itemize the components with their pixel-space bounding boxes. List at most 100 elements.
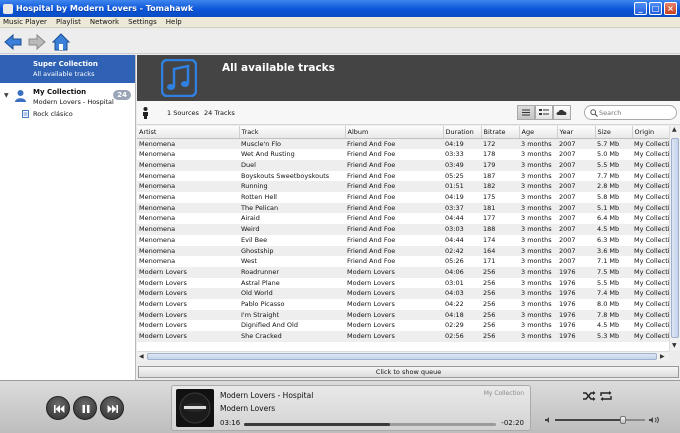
column-header-artist[interactable]: Artist (137, 126, 240, 139)
list-view-button[interactable] (517, 105, 535, 120)
table-cell: 5.1 Mb (595, 202, 632, 214)
table-row[interactable]: Menomena Muscle'n Flo Friend And Foe 04:19 1… (137, 138, 669, 150)
search-box[interactable] (584, 105, 677, 120)
nav-toolbar (0, 29, 680, 54)
table-row[interactable]: Menomena Duel Friend And Foe 03:49 179 3 mont… (137, 159, 669, 171)
table-cell: 02:56 (443, 331, 481, 342)
table-header-row: Artist Track Album Duration Bitrate Age Year Si… (137, 126, 669, 139)
table-row[interactable]: Menomena Weird Friend And Foe 03:03 188 3 mon… (137, 224, 669, 235)
previous-button[interactable] (46, 396, 70, 420)
scroll-thumb[interactable] (671, 138, 679, 338)
table-cell: 7.8 Mb (595, 309, 632, 321)
table-cell: 2007 (559, 257, 576, 266)
table-cell: Pablo Picasso (241, 300, 285, 309)
volume-slider-handle[interactable] (619, 416, 626, 424)
seek-bar[interactable] (244, 423, 496, 426)
table-cell: 256 (483, 278, 496, 287)
column-header-album[interactable]: Album (345, 126, 444, 139)
column-header-size[interactable]: Size (595, 126, 633, 139)
table-row[interactable]: Modern Lovers Old World Modern Lovers 04:03… (137, 288, 669, 300)
table-cell: 4.5 Mb (597, 321, 620, 330)
table-row[interactable]: Menomena Wet And Rusting Friend And Foe 03:… (137, 149, 669, 160)
list-view-icon (522, 109, 530, 116)
shuffle-icon[interactable] (582, 390, 596, 402)
back-button[interactable] (3, 32, 23, 52)
table-cell: 177 (483, 214, 496, 223)
menu-playlist[interactable]: Playlist (56, 18, 81, 26)
forward-button[interactable] (27, 32, 47, 52)
next-icon (107, 405, 118, 413)
table-cell: 04:19 (445, 193, 464, 202)
detail-view-button[interactable] (535, 105, 553, 120)
maximize-button[interactable]: □ (649, 2, 662, 15)
cloud-view-button[interactable] (553, 105, 571, 120)
home-button[interactable] (51, 32, 71, 52)
table-row[interactable]: Menomena West Friend And Foe 05:26 171 3 mont… (137, 256, 669, 267)
table-row[interactable]: Modern Lovers She Cracked Modern Lovers 02:… (137, 331, 669, 342)
menu-network[interactable]: Network (90, 18, 119, 26)
table-row[interactable]: Menomena The Pelican Friend And Foe 03:37 18… (137, 202, 669, 214)
column-header-bitrate[interactable]: Bitrate (481, 126, 520, 139)
table-row[interactable]: Modern Lovers Astral Plane Modern Lovers 03… (137, 278, 669, 289)
column-header-origin[interactable]: Origin (632, 126, 669, 139)
table-row[interactable]: Menomena Rotten Hell Friend And Foe 04:19 17… (137, 192, 669, 203)
table-row[interactable]: Menomena Running Friend And Foe 01:51 182 3 m… (137, 181, 669, 193)
table-cell: Ghostship (239, 245, 345, 257)
sidebar-item-my-collection[interactable]: ▼ My Collection Modern Lovers - Hospital… (0, 83, 135, 107)
table-row[interactable]: Modern Lovers I'm Straight Modern Lovers 04… (137, 309, 669, 321)
table-row[interactable]: Modern Lovers Dignified And Old Modern Lov… (137, 320, 669, 331)
table-cell: Friend And Foe (347, 235, 396, 244)
horizontal-scrollbar[interactable]: ◀ ▶ (137, 351, 669, 361)
menu-settings[interactable]: Settings (128, 18, 157, 26)
table-cell: 256 (483, 300, 496, 309)
table-cell: My Collection (634, 193, 669, 202)
vertical-scrollbar[interactable]: ▲ ▼ (669, 126, 680, 351)
collapse-caret-icon[interactable]: ▼ (4, 92, 9, 99)
repeat-icon[interactable] (599, 390, 613, 402)
table-cell: Modern Lovers (345, 331, 443, 342)
sidebar-item-super-collection[interactable]: Super Collection All available tracks (0, 55, 135, 83)
table-cell: 178 (483, 150, 496, 159)
next-button[interactable] (100, 396, 124, 420)
table-row[interactable]: Menomena Evil Bee Friend And Foe 04:44 174 3 … (137, 235, 669, 246)
table-cell: 05:26 (445, 257, 464, 266)
show-queue-button[interactable]: Click to show queue (138, 366, 679, 378)
table-row[interactable]: Menomena Airaid Friend And Foe 04:44 177 3 mo… (137, 213, 669, 224)
table-cell: My Collection (634, 257, 669, 266)
table-cell: 04:06 (443, 266, 481, 278)
table-row[interactable]: Modern Lovers Pablo Picasso Modern Lovers 0… (137, 299, 669, 310)
column-header-year[interactable]: Year (557, 126, 596, 139)
table-cell: Modern Lovers (137, 266, 239, 278)
column-header-duration[interactable]: Duration (443, 126, 482, 139)
table-row[interactable]: Menomena Boyskouts Sweetboyskouts Friend A… (137, 171, 669, 182)
scroll-right-icon[interactable]: ▶ (660, 353, 665, 360)
table-cell: Friend And Foe (347, 257, 396, 266)
table-cell: Modern Lovers (137, 288, 239, 300)
pause-button[interactable] (73, 396, 97, 420)
table-cell: West (241, 257, 257, 266)
table-cell: I'm Straight (239, 309, 345, 321)
column-header-age[interactable]: Age (519, 126, 558, 139)
table-cell: 1976 (559, 321, 576, 330)
table-row[interactable]: Modern Lovers Roadrunner Modern Lovers 04:0… (137, 266, 669, 278)
scroll-down-icon[interactable]: ▼ (672, 342, 677, 349)
scroll-up-icon[interactable]: ▲ (672, 126, 677, 133)
table-cell: 03:33 (445, 150, 464, 159)
table-cell: 1976 (559, 300, 576, 309)
sidebar-item-playlist[interactable]: Rock clásico (0, 107, 135, 121)
search-input[interactable] (599, 107, 673, 118)
minimize-button[interactable]: _ (634, 2, 647, 15)
scroll-left-icon[interactable]: ◀ (139, 353, 144, 360)
menu-music-player[interactable]: Music Player (3, 18, 47, 26)
player-bar: Modern Lovers - Hospital Modern Lovers M… (0, 380, 680, 433)
table-row[interactable]: Menomena Ghostship Friend And Foe 02:42 164 3… (137, 245, 669, 257)
menu-help[interactable]: Help (166, 18, 182, 26)
table-cell: 3 months (519, 266, 557, 278)
table-cell: Friend And Foe (347, 193, 396, 202)
scroll-thumb[interactable] (147, 353, 657, 360)
app-icon (3, 3, 13, 14)
table-cell: My Collection (632, 181, 669, 193)
search-icon (590, 109, 598, 117)
column-header-track[interactable]: Track (239, 126, 346, 139)
close-button[interactable]: × (664, 2, 677, 15)
